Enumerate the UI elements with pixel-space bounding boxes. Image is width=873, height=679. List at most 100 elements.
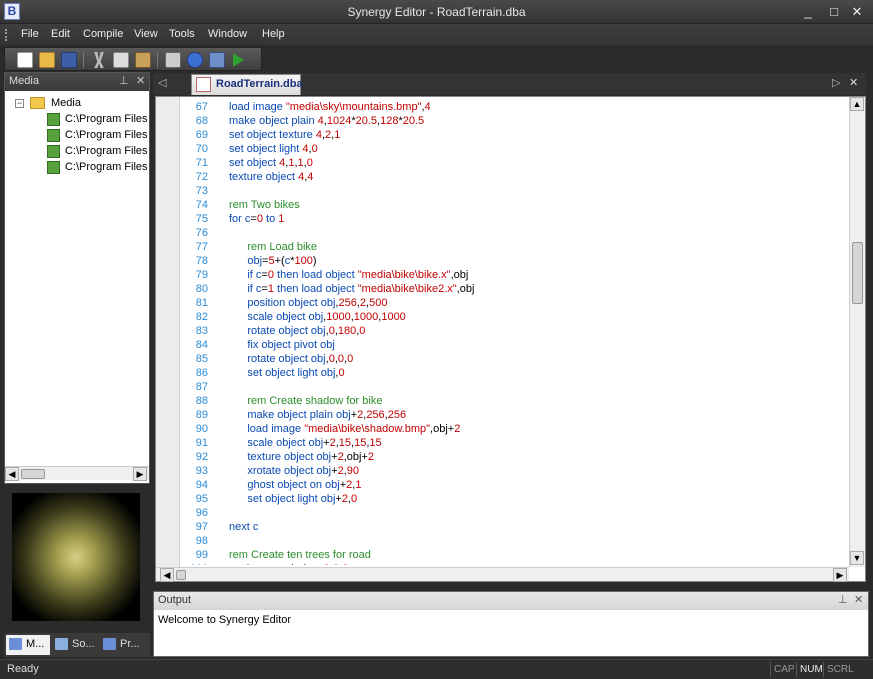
collapse-icon[interactable]: − <box>15 99 24 108</box>
help-icon[interactable] <box>187 52 203 68</box>
menu-bar: File Edit Compile View Tools Window Help <box>0 24 873 45</box>
save-icon[interactable] <box>61 52 77 68</box>
output-panel: Output ⊥ ✕ Welcome to Synergy Editor <box>153 591 869 657</box>
folder-icon <box>30 97 45 109</box>
close-button[interactable]: ✕ <box>848 4 866 20</box>
media-preview-image <box>12 493 140 621</box>
code-area[interactable]: 67 load image "media\sky\mountains.bmp",4… <box>184 100 848 565</box>
horizontal-scroll-thumb[interactable] <box>176 570 186 580</box>
menu-compile[interactable]: Compile <box>83 28 123 40</box>
tab-scroll-left-icon[interactable]: ◁ <box>158 76 166 89</box>
copy-icon[interactable] <box>113 52 129 68</box>
caps-lock-indicator: CAP <box>770 662 798 677</box>
line-number: 91 <box>195 437 208 449</box>
code-text: scale object obj,1000,1000,1000 <box>229 311 406 323</box>
menu-grip-icon[interactable] <box>5 29 8 41</box>
tree-root-media[interactable]: − Media <box>15 95 135 111</box>
settings-icon[interactable] <box>209 52 225 68</box>
scroll-right-icon[interactable]: ▶ <box>133 467 147 481</box>
tree-item-label: C:\Program Files <box>65 161 148 173</box>
editor-vertical-scrollbar[interactable]: ▲ ▼ <box>849 97 865 567</box>
line-number: 69 <box>195 129 208 141</box>
tab-roadterrain[interactable]: RoadTerrain.dba <box>191 74 303 95</box>
line-number: 90 <box>195 423 208 435</box>
line-number: 96 <box>195 507 208 519</box>
tree-item[interactable]: C:\Program Files <box>47 127 151 143</box>
run-icon[interactable] <box>233 53 244 67</box>
code-text: set object texture 4,2,1 <box>229 129 341 141</box>
line-number: 86 <box>195 367 208 379</box>
scroll-down-icon[interactable]: ▼ <box>850 551 864 565</box>
properties-tab-icon <box>103 638 116 650</box>
side-panel-tabs: M... So... Pr... <box>4 633 150 657</box>
code-editor[interactable]: 67 load image "media\sky\mountains.bmp",4… <box>155 96 866 582</box>
close-panel-icon[interactable]: ✕ <box>136 73 145 90</box>
image-file-icon <box>47 145 60 158</box>
code-text: rotate object obj,0,0,0 <box>229 353 354 365</box>
line-number: 87 <box>195 381 208 393</box>
code-text: rem Create ten trees for road <box>229 549 371 561</box>
code-text: for c=0 to 1 <box>229 213 285 225</box>
code-text: set object light 4,0 <box>229 143 318 155</box>
media-horizontal-scrollbar[interactable]: ◀ ▶ <box>5 466 149 481</box>
code-text: make object plain obj+2,256,256 <box>229 409 407 421</box>
line-number: 92 <box>195 451 208 463</box>
line-number: 94 <box>195 479 208 491</box>
menu-tools[interactable]: Tools <box>169 28 195 40</box>
line-number: 82 <box>195 311 208 323</box>
menu-help[interactable]: Help <box>262 28 285 40</box>
tree-item[interactable]: C:\Program Files <box>47 143 151 159</box>
menu-edit[interactable]: Edit <box>51 28 70 40</box>
scroll-thumb[interactable] <box>21 469 45 479</box>
tree-item[interactable]: C:\Program Files <box>47 111 151 127</box>
close-document-icon[interactable]: ✕ <box>849 76 858 89</box>
media-tab-icon <box>9 638 22 650</box>
menu-file[interactable]: File <box>21 28 39 40</box>
cut-icon[interactable] <box>94 52 104 68</box>
pin-icon[interactable]: ⊥ <box>838 592 848 609</box>
output-panel-header: Output ⊥ ✕ <box>154 592 868 610</box>
tab-roadterrain-label: RoadTerrain.dba <box>216 78 303 90</box>
minimize-button[interactable]: _ <box>799 4 817 20</box>
menu-view[interactable]: View <box>134 28 158 40</box>
editor-horizontal-scrollbar[interactable]: ◀ ▶ <box>156 567 849 582</box>
line-number: 68 <box>195 115 208 127</box>
code-text: rotate object obj,0,180,0 <box>229 325 366 337</box>
line-number: 74 <box>195 199 208 211</box>
line-number: 78 <box>195 255 208 267</box>
tree-item-label: C:\Program Files <box>65 129 148 141</box>
tree-item[interactable]: C:\Program Files <box>47 159 151 175</box>
close-panel-icon[interactable]: ✕ <box>854 592 863 609</box>
print-icon[interactable] <box>165 52 181 68</box>
title-bar: B Synergy Editor - RoadTerrain.dba _ □ ✕ <box>0 0 873 24</box>
line-number: 80 <box>195 283 208 295</box>
menu-window[interactable]: Window <box>208 28 247 40</box>
scroll-up-icon[interactable]: ▲ <box>850 97 864 111</box>
tab-media[interactable]: M... <box>6 635 50 655</box>
code-text: set object 4,1,1,0 <box>229 157 313 169</box>
maximize-button[interactable]: □ <box>825 4 843 20</box>
open-folder-icon[interactable] <box>39 52 55 68</box>
scroll-right-icon[interactable]: ▶ <box>833 568 847 582</box>
line-number: 79 <box>195 269 208 281</box>
pin-icon[interactable]: ⊥ <box>119 73 129 90</box>
code-text: rem Create shadow for bike <box>229 395 383 407</box>
code-text: xrotate object obj+2,90 <box>229 465 359 477</box>
line-number: 93 <box>195 465 208 477</box>
output-panel-title: Output <box>158 594 192 606</box>
paste-icon[interactable] <box>135 52 151 68</box>
line-number: 83 <box>195 325 208 337</box>
line-number: 67 <box>195 101 208 113</box>
line-number: 100 <box>184 562 208 565</box>
vertical-scroll-thumb[interactable] <box>852 242 863 304</box>
scroll-left-icon[interactable]: ◀ <box>5 467 19 481</box>
scroll-left-icon[interactable]: ◀ <box>160 568 174 582</box>
code-text: obj=5+(c*100) <box>229 255 317 267</box>
tab-media-label: M... <box>26 638 45 650</box>
tab-solution[interactable]: So... <box>52 635 100 655</box>
new-file-icon[interactable] <box>17 52 33 68</box>
solution-tab-icon <box>55 638 68 650</box>
code-text: ghost object on obj+2,1 <box>229 479 362 491</box>
tab-properties[interactable]: Pr... <box>100 635 148 655</box>
tab-scroll-right-icon[interactable]: ▷ <box>832 76 840 89</box>
